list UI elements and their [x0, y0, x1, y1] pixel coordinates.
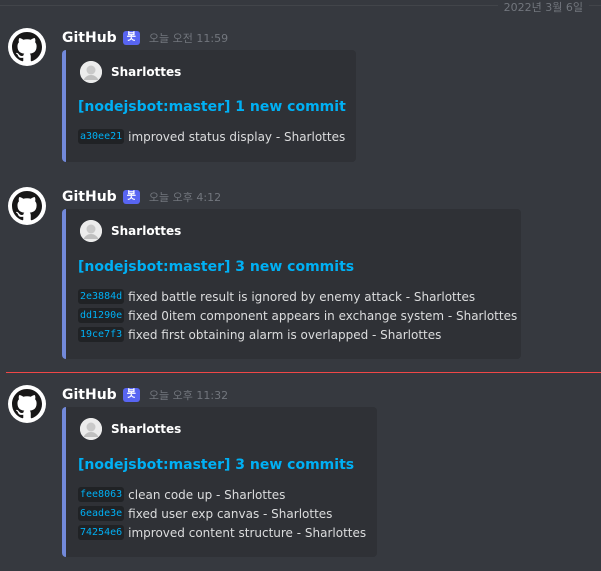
commit-sha-link[interactable]: 19ce7f3 [78, 327, 125, 342]
github-avatar[interactable] [8, 187, 46, 225]
embed: Sharlottes [nodejsbot:master] 3 new comm… [62, 209, 521, 359]
author-name[interactable]: GitHub [62, 30, 117, 46]
commit-sha-link[interactable]: 6eade3e [78, 506, 125, 521]
commit-list: 2e3884d fixed battle result is ignored b… [78, 287, 517, 344]
commit-message: fixed first obtaining alarm is overlappe… [128, 327, 442, 342]
commit-message: clean code up - Sharlottes [128, 487, 286, 502]
timestamp: 오늘 오전 11:59 [148, 32, 229, 45]
github-icon [12, 32, 42, 62]
commit-sha-link[interactable]: 74254e6 [78, 525, 125, 540]
commit-sha-link[interactable]: 2e3884d [78, 289, 125, 304]
embed-author-avatar [80, 220, 102, 242]
commit-line: 2e3884d fixed battle result is ignored b… [78, 287, 517, 306]
user-avatar-icon [80, 61, 102, 83]
author-name[interactable]: GitHub [62, 189, 117, 205]
author-name[interactable]: GitHub [62, 387, 117, 403]
commit-line: fee8063 clean code up - Sharlottes [78, 485, 366, 504]
message-header: GitHub 봇 오늘 오전 11:59 [62, 28, 228, 48]
bot-tag: 봇 [122, 31, 140, 45]
embed-author-avatar [80, 418, 102, 440]
new-messages-divider [6, 372, 601, 373]
commit-message: fixed battle result is ignored by enemy … [128, 289, 476, 304]
commit-message: fixed user exp canvas - Sharlottes [128, 506, 333, 521]
user-avatar-icon [80, 418, 102, 440]
embed-author-name[interactable]: Sharlottes [111, 65, 181, 79]
github-icon [12, 389, 42, 419]
commit-line: 6eade3e fixed user exp canvas - Sharlott… [78, 504, 366, 523]
commit-message: fixed 0item component appears in exchang… [128, 308, 518, 323]
commit-line: dd1290e fixed 0item component appears in… [78, 306, 517, 325]
timestamp: 오늘 오후 4:12 [148, 191, 222, 204]
embed-author: Sharlottes [80, 61, 181, 83]
commit-line: 19ce7f3 fixed first obtaining alarm is o… [78, 325, 517, 344]
embed-title-link[interactable]: [nodejsbot:master] 3 new commits [78, 259, 354, 275]
embed: Sharlottes [nodejsbot:master] 1 new comm… [62, 50, 356, 162]
message-header: GitHub 봇 오늘 오후 11:32 [62, 385, 228, 405]
github-icon [12, 191, 42, 221]
commit-line: 74254e6 improved content structure - Sha… [78, 523, 366, 542]
commit-sha-link[interactable]: fee8063 [78, 487, 125, 502]
commit-message: improved status display - Sharlottes [128, 129, 346, 144]
embed-title-link[interactable]: [nodejsbot:master] 3 new commits [78, 457, 354, 473]
timestamp: 오늘 오후 11:32 [148, 389, 229, 402]
user-avatar-icon [80, 220, 102, 242]
embed-title-link[interactable]: [nodejsbot:master] 1 new commit [78, 99, 346, 115]
embed-author: Sharlottes [80, 418, 181, 440]
embed-author: Sharlottes [80, 220, 181, 242]
commit-message: improved content structure - Sharlottes [128, 525, 367, 540]
chat-view: 2022년 3월 6일 GitHub 봇 오늘 오전 11:59 Sharlot… [0, 0, 601, 571]
commit-list: fee8063 clean code up - Sharlottes 6eade… [78, 485, 366, 542]
bot-tag: 봇 [122, 190, 140, 204]
embed-author-name[interactable]: Sharlottes [111, 422, 181, 436]
message-header: GitHub 봇 오늘 오후 4:12 [62, 187, 221, 207]
date-divider-label: 2022년 3월 6일 [497, 0, 589, 15]
embed: Sharlottes [nodejsbot:master] 3 new comm… [62, 407, 377, 557]
commit-line: a30ee21 improved status display - Sharlo… [78, 127, 345, 146]
date-divider: 2022년 3월 6일 [0, 0, 601, 15]
commit-sha-link[interactable]: a30ee21 [78, 129, 125, 144]
bot-tag: 봇 [122, 388, 140, 402]
commit-list: a30ee21 improved status display - Sharlo… [78, 127, 345, 146]
embed-author-avatar [80, 61, 102, 83]
github-avatar[interactable] [8, 28, 46, 66]
embed-author-name[interactable]: Sharlottes [111, 224, 181, 238]
github-avatar[interactable] [8, 385, 46, 423]
commit-sha-link[interactable]: dd1290e [78, 308, 125, 323]
